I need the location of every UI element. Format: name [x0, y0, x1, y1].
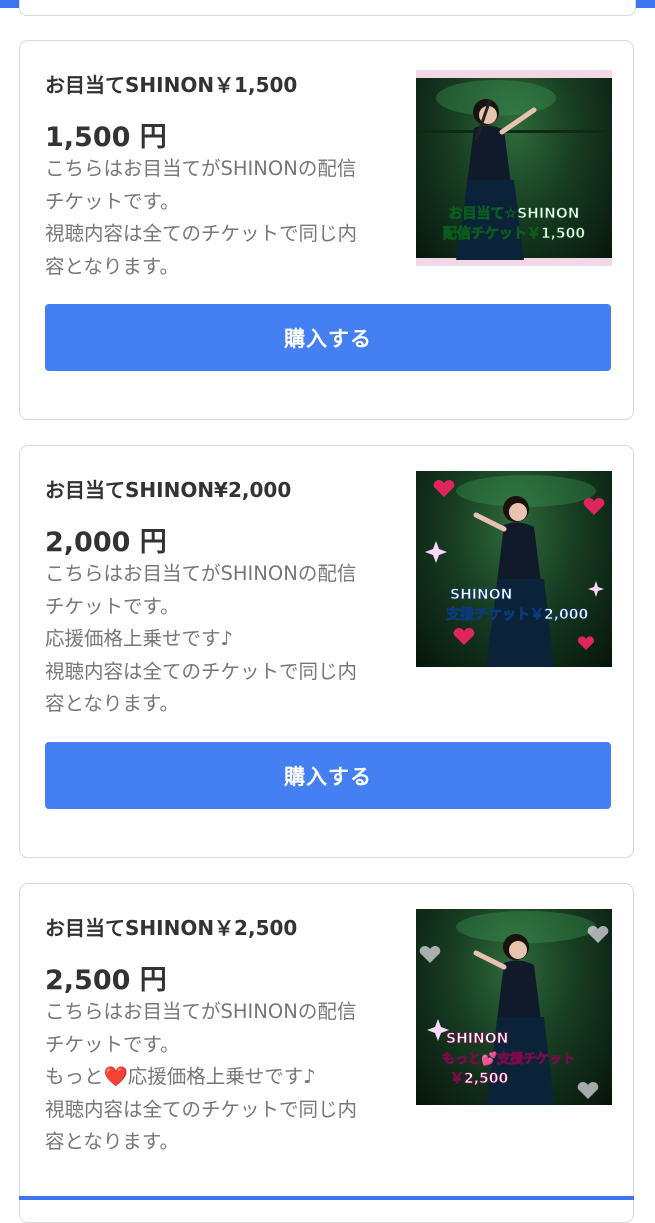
- description-line: 応援価格上乗せです♪: [45, 627, 233, 650]
- description-line: チケットです。: [45, 189, 180, 213]
- ticket-image[interactable]: お目当て☆SHINON 配信チケット￥1,500: [416, 70, 612, 266]
- ticket-image[interactable]: SHINON もっと💕支援チケット ￥2,500: [416, 909, 612, 1105]
- description-line: 容となります。: [45, 254, 179, 278]
- ticket-price: 2,000 円: [45, 527, 167, 558]
- description-line: 視聴内容は全てのチケットで同じ内: [45, 659, 358, 683]
- ticket-card-1500: お目当てSHINON￥1,500 1,500 円 こちらはお目当てがSHINON…: [19, 40, 634, 420]
- image-caption: 支援チケット￥2,000: [445, 606, 589, 623]
- description-line: もっと❤️応援価格上乗せです♪: [45, 1065, 316, 1088]
- image-caption: 配信チケット￥1,500: [443, 225, 586, 242]
- buy-button-partial[interactable]: [19, 1196, 634, 1200]
- image-caption: お目当て☆SHINON: [449, 205, 580, 222]
- description-line: 視聴内容は全てのチケットで同じ内: [45, 1097, 358, 1121]
- performer-photo: SHINON もっと💕支援チケット ￥2,500: [419, 911, 609, 1105]
- previous-ticket-card: [19, 0, 636, 16]
- image-caption: もっと💕支援チケット: [442, 1051, 575, 1067]
- performer-photo: お目当て☆SHINON 配信チケット￥1,500: [416, 70, 612, 266]
- ticket-description: こちらはお目当てがSHINONの配信 チケットです。 応援価格上乗せです♪ 視聴…: [45, 558, 390, 721]
- ticket-description: こちらはお目当てがSHINONの配信 チケットです。 視聴内容は全てのチケットで…: [45, 153, 390, 283]
- image-caption: SHINON: [450, 587, 512, 603]
- ticket-image[interactable]: SHINON 支援チケット￥2,000: [416, 471, 612, 667]
- description-line: こちらはお目当てがSHINONの配信: [45, 562, 357, 585]
- description-line: チケットです。: [45, 1032, 180, 1056]
- ticket-title: お目当てSHINON￥1,500: [45, 73, 298, 97]
- buy-button[interactable]: 購入する: [45, 742, 611, 809]
- ticket-card-2000: お目当てSHINON¥2,000 2,000 円 こちらはお目当てがSHINON…: [19, 445, 634, 858]
- description-line: こちらはお目当てがSHINONの配信: [45, 1000, 357, 1023]
- ticket-price: 1,500 円: [45, 122, 167, 153]
- description-line: チケットです。: [45, 594, 180, 618]
- description-line: 視聴内容は全てのチケットで同じ内: [45, 222, 358, 245]
- image-caption: ￥2,500: [450, 1071, 509, 1087]
- ticket-description: こちらはお目当てがSHINONの配信 チケットです。 もっと❤️応援価格上乗せで…: [45, 996, 390, 1159]
- description-line: 容となります。: [45, 1130, 179, 1153]
- ticket-title: お目当てSHINON￥2,500: [45, 916, 298, 940]
- performer-photo: SHINON 支援チケット￥2,000: [425, 475, 605, 667]
- ticket-title: お目当てSHINON¥2,000: [45, 478, 292, 502]
- image-caption: SHINON: [446, 1031, 508, 1047]
- buy-button[interactable]: 購入する: [45, 304, 611, 371]
- ticket-card-2500: お目当てSHINON￥2,500 2,500 円 こちらはお目当てがSHINON…: [19, 883, 634, 1223]
- description-line: 容となります。: [45, 692, 179, 715]
- ticket-price: 2,500 円: [45, 965, 167, 996]
- description-line: こちらはお目当てがSHINONの配信: [45, 157, 357, 180]
